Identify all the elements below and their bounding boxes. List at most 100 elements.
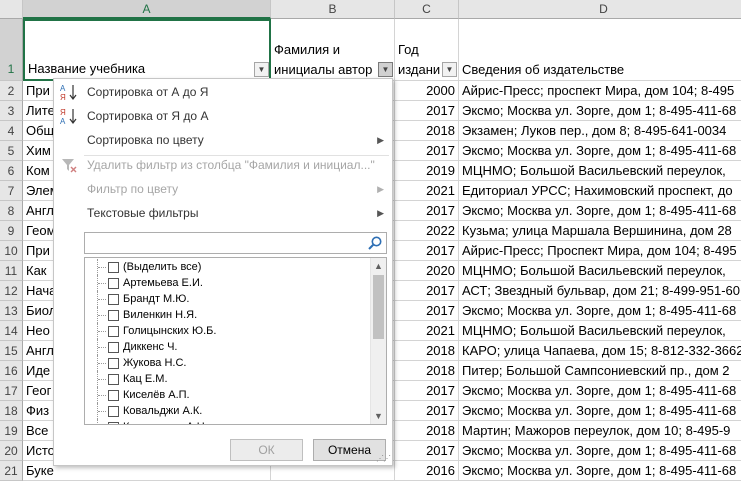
cell-year[interactable]: 2017 xyxy=(395,281,459,301)
filter-value-item[interactable]: Кац Е.М. xyxy=(85,371,370,387)
checkbox[interactable] xyxy=(108,310,119,321)
row-header[interactable]: 5 xyxy=(0,141,23,161)
scroll-down-icon[interactable]: ▼ xyxy=(371,408,386,424)
row-header[interactable]: 11 xyxy=(0,261,23,281)
row-header[interactable]: 3 xyxy=(0,101,23,121)
cell-year[interactable]: 2017 xyxy=(395,201,459,221)
row-header[interactable]: 14 xyxy=(0,321,23,341)
row-header[interactable]: 12 xyxy=(0,281,23,301)
cell-year[interactable]: 2019 xyxy=(395,161,459,181)
filter-value-item[interactable]: Артемьева Е.И. xyxy=(85,275,370,291)
cell-year[interactable]: 2022 xyxy=(395,221,459,241)
cell-year[interactable]: 2018 xyxy=(395,341,459,361)
cell-publisher[interactable]: АСТ; Звездный бульвар, дом 21; 8-499-951… xyxy=(459,281,741,301)
cell-publisher[interactable]: Эксмо; Москва ул. Зорге, дом 1; 8-495-41… xyxy=(459,401,741,421)
column-header-d[interactable]: D xyxy=(459,0,741,19)
cell-publisher[interactable]: Эксмо; Москва ул. Зорге, дом 1; 8-495-41… xyxy=(459,141,741,161)
cell-publisher[interactable]: Эксмо; Москва ул. Зорге, дом 1; 8-495-41… xyxy=(459,461,741,481)
checkbox[interactable] xyxy=(108,326,119,337)
row-header[interactable]: 19 xyxy=(0,421,23,441)
column-header-c[interactable]: C xyxy=(395,0,459,19)
filter-value-item[interactable]: Голицынских Ю.Б. xyxy=(85,323,370,339)
text-filters-menu-item[interactable]: Текстовые фильтры ▶ xyxy=(54,201,392,225)
select-all-corner[interactable] xyxy=(0,0,23,19)
filter-value-item[interactable]: Ковальджи А.К. xyxy=(85,403,370,419)
cell-year[interactable]: 2017 xyxy=(395,101,459,121)
filter-dropdown-a-button[interactable]: ▼ xyxy=(254,62,269,77)
header-cell-b[interactable]: Фамилия и инициалы автор xyxy=(271,19,395,81)
select-all-item[interactable]: (Выделить все) xyxy=(85,259,370,275)
checkbox[interactable] xyxy=(108,262,119,273)
sort-desc-menu-item[interactable]: Я А Сортировка от Я до А xyxy=(54,104,392,128)
cell-year[interactable]: 2016 xyxy=(395,461,459,481)
cell-year[interactable]: 2021 xyxy=(395,181,459,201)
filter-value-item[interactable]: Киселёв А.П. xyxy=(85,387,370,403)
row-header[interactable]: 4 xyxy=(0,121,23,141)
row-header[interactable]: 21 xyxy=(0,461,23,481)
checkbox[interactable] xyxy=(108,294,119,305)
checkbox[interactable] xyxy=(108,342,119,353)
checkbox[interactable] xyxy=(108,390,119,401)
cell-publisher[interactable]: Кузьма; улица Маршала Вершинина, дом 28 xyxy=(459,221,741,241)
row-header[interactable]: 18 xyxy=(0,401,23,421)
sort-asc-menu-item[interactable]: А Я Сортировка от А до Я xyxy=(54,80,392,104)
row-header[interactable]: 15 xyxy=(0,341,23,361)
checkbox[interactable] xyxy=(108,278,119,289)
row-header[interactable]: 7 xyxy=(0,181,23,201)
header-cell-d[interactable]: Сведения об издательстве xyxy=(459,19,741,81)
row-header[interactable]: 1 xyxy=(0,19,23,81)
filter-value-item[interactable]: Жукова Н.С. xyxy=(85,355,370,371)
cell-year[interactable]: 2017 xyxy=(395,241,459,261)
cell-publisher[interactable]: Айрис-Пресс; Проспект Мира, дом 104; 8-4… xyxy=(459,241,741,261)
ok-button[interactable]: ОК xyxy=(230,439,303,461)
row-header[interactable]: 17 xyxy=(0,381,23,401)
resize-grip-icon[interactable]: ⋰⋰ xyxy=(376,454,391,463)
filter-value-item[interactable]: Диккенс Ч. xyxy=(85,339,370,355)
cell-publisher[interactable]: Едиториал УРСС; Нахимовский проспект, до xyxy=(459,181,741,201)
filter-dropdown-c-button[interactable]: ▼ xyxy=(442,62,457,77)
cell-year[interactable]: 2000 xyxy=(395,81,459,101)
checkbox[interactable] xyxy=(108,422,119,424)
cell-year[interactable]: 2017 xyxy=(395,301,459,321)
scrollbar-thumb[interactable] xyxy=(373,275,384,339)
filter-values-list[interactable]: (Выделить все) Артемьева Е.И. Брандт М.Ю. В… xyxy=(84,257,387,425)
cell-year[interactable]: 2018 xyxy=(395,361,459,381)
scroll-up-icon[interactable]: ▲ xyxy=(371,258,386,274)
filter-value-item[interactable]: Колмогоров А.Н. xyxy=(85,419,370,424)
cell-year[interactable]: 2017 xyxy=(395,401,459,421)
filter-dropdown-b-button[interactable]: ▼ xyxy=(378,62,393,77)
cell-publisher[interactable]: Питер; Большой Сампсониевский пр., дом 2 xyxy=(459,361,741,381)
checkbox[interactable] xyxy=(108,358,119,369)
checkbox[interactable] xyxy=(108,406,119,417)
row-header[interactable]: 20 xyxy=(0,441,23,461)
cell-year[interactable]: 2020 xyxy=(395,261,459,281)
row-header[interactable]: 13 xyxy=(0,301,23,321)
cell-publisher[interactable]: Эксмо; Москва ул. Зорге, дом 1; 8-495-41… xyxy=(459,101,741,121)
filter-search-input[interactable] xyxy=(84,232,387,254)
column-header-a[interactable]: A xyxy=(23,0,271,19)
cell-publisher[interactable]: МЦНМО; Большой Васильевский переулок, xyxy=(459,261,741,281)
filter-list-scrollbar[interactable]: ▲ ▼ xyxy=(370,258,386,424)
cell-year[interactable]: 2018 xyxy=(395,121,459,141)
column-header-b[interactable]: B xyxy=(271,0,395,19)
cell-year[interactable]: 2017 xyxy=(395,381,459,401)
row-header[interactable]: 6 xyxy=(0,161,23,181)
row-header[interactable]: 10 xyxy=(0,241,23,261)
row-header[interactable]: 9 xyxy=(0,221,23,241)
cell-publisher[interactable]: КАРО; улица Чапаева, дом 15; 8-812-332-3… xyxy=(459,341,741,361)
checkbox[interactable] xyxy=(108,374,119,385)
sort-by-color-menu-item[interactable]: Сортировка по цвету ▶ xyxy=(54,128,392,152)
cell-year[interactable]: 2021 xyxy=(395,321,459,341)
cell-publisher[interactable]: Эксмо; Москва ул. Зорге, дом 1; 8-495-41… xyxy=(459,381,741,401)
cell-year[interactable]: 2017 xyxy=(395,441,459,461)
cell-publisher[interactable]: Мартин; Мажоров переулок, дом 10; 8-495-… xyxy=(459,421,741,441)
header-cell-a[interactable]: Название учебника xyxy=(23,19,271,81)
filter-value-item[interactable]: Брандт М.Ю. xyxy=(85,291,370,307)
cell-publisher[interactable]: Айрис-Пресс; проспект Мира, дом 104; 8-4… xyxy=(459,81,741,101)
row-header[interactable]: 2 xyxy=(0,81,23,101)
cell-year[interactable]: 2018 xyxy=(395,421,459,441)
row-header[interactable]: 8 xyxy=(0,201,23,221)
cell-publisher[interactable]: Экзамен; Луков пер., дом 8; 8-495-641-00… xyxy=(459,121,741,141)
cell-publisher[interactable]: МЦНМО; Большой Васильевский переулок, xyxy=(459,321,741,341)
filter-value-item[interactable]: Виленкин Н.Я. xyxy=(85,307,370,323)
